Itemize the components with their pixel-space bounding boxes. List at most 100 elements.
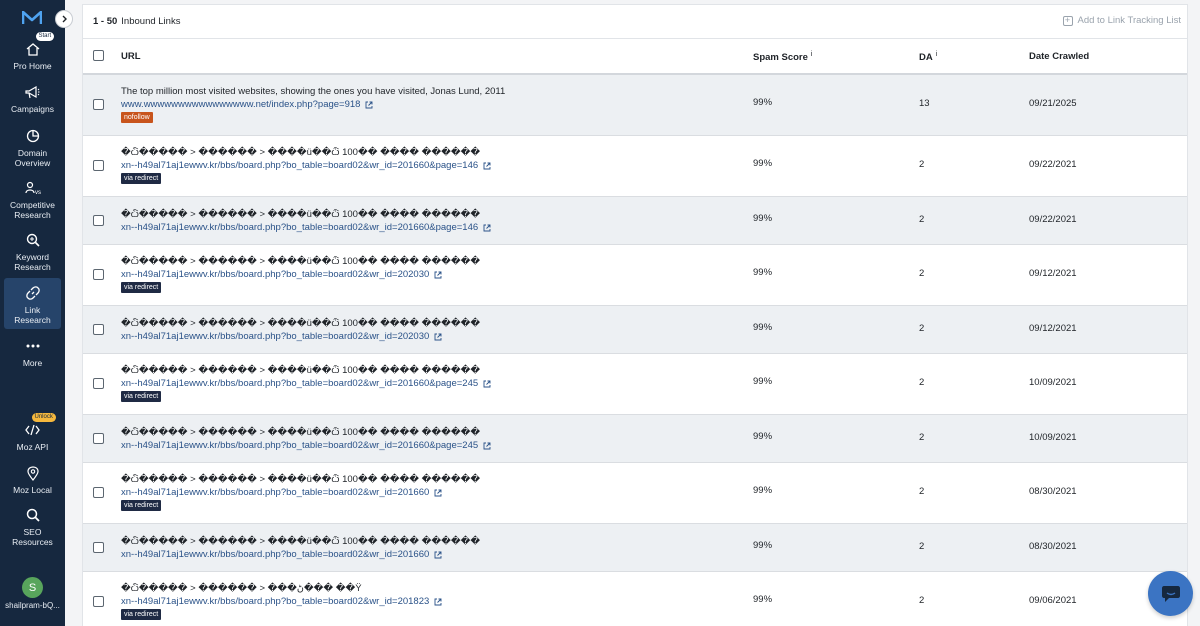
row-checkbox[interactable] <box>93 160 104 171</box>
date-crawled-value: 09/22/2021 <box>1029 214 1077 225</box>
link-type-badge: nofollow <box>121 112 153 123</box>
nav-seo-resources[interactable]: SEO Resources <box>0 506 65 547</box>
nav-link-research[interactable]: Link Research <box>4 278 61 329</box>
date-crawled-value: 09/22/2021 <box>1029 159 1077 170</box>
moz-logo[interactable] <box>22 11 42 25</box>
start-badge: Start <box>35 32 55 41</box>
row-checkbox[interactable] <box>93 487 104 498</box>
col-url[interactable]: URL <box>121 51 141 62</box>
external-link-icon[interactable] <box>434 489 442 497</box>
external-link-icon[interactable] <box>483 380 491 388</box>
search-icon <box>24 506 42 524</box>
url-cell: �ѽ����� > ������ > ����ü��ѽ 100�� ���� �… <box>121 317 480 343</box>
col-date-crawled[interactable]: Date Crawled <box>1029 51 1089 62</box>
row-checkbox[interactable] <box>93 596 104 607</box>
user-name[interactable]: shailpram-bQ... <box>0 601 65 610</box>
source-url-link[interactable]: xn--h49al71aj1ewwv.kr/bbs/board.php?bo_t… <box>121 548 480 561</box>
da-value: 2 <box>919 541 925 552</box>
da-value: 2 <box>919 159 925 170</box>
source-url-link[interactable]: xn--h49al71aj1ewwv.kr/bbs/board.php?bo_t… <box>121 159 491 172</box>
row-checkbox[interactable] <box>93 99 104 110</box>
external-link-icon[interactable] <box>365 101 373 109</box>
nav-keyword-research[interactable]: Keyword Research <box>0 231 65 272</box>
sidebar-collapse-button[interactable] <box>55 10 73 28</box>
add-to-link-tracking-button[interactable]: + Add to Link Tracking List <box>1062 15 1181 26</box>
nav-label-2: Resources <box>12 537 53 547</box>
source-url-text: xn--h49al71aj1ewwv.kr/bbs/board.php?bo_t… <box>121 549 430 560</box>
source-url-link[interactable]: xn--h49al71aj1ewwv.kr/bbs/board.php?bo_t… <box>121 268 480 281</box>
code-icon: Unlock <box>24 413 56 439</box>
competitors-icon: vs <box>24 179 42 197</box>
source-url-link[interactable]: xn--h49al71aj1ewwv.kr/bbs/board.php?bo_t… <box>121 377 491 390</box>
info-icon[interactable]: i <box>811 51 813 58</box>
col-da[interactable]: DA i <box>919 51 937 63</box>
nav-moz-local[interactable]: Moz Local <box>0 464 65 495</box>
source-url-text: xn--h49al71aj1ewwv.kr/bbs/board.php?bo_t… <box>121 160 479 171</box>
table-row: �ѽ����� > ������ > ���ڻ��� ��Ÿ xn--h49al7… <box>83 572 1187 626</box>
source-url-link[interactable]: xn--h49al71aj1ewwv.kr/bbs/board.php?bo_t… <box>121 330 480 343</box>
date-crawled-value: 08/30/2021 <box>1029 541 1077 552</box>
da-value: 2 <box>919 486 925 497</box>
external-link-icon[interactable] <box>483 162 491 170</box>
row-checkbox[interactable] <box>93 541 104 553</box>
row-checkbox[interactable] <box>93 214 104 226</box>
chat-button[interactable] <box>1148 571 1193 616</box>
external-link-icon[interactable] <box>483 224 491 232</box>
external-link-icon[interactable] <box>434 551 442 559</box>
info-icon[interactable]: i <box>936 51 938 58</box>
nav-more[interactable]: More <box>0 337 65 368</box>
url-cell: �ѽ����� > ������ > ����ü��ѽ 100�� ���� �… <box>121 473 480 511</box>
source-url-link[interactable]: xn--h49al71aj1ewwv.kr/bbs/board.php?bo_t… <box>121 486 480 499</box>
url-cell: �ѽ����� > ������ > ����ü��ѽ 100�� ���� �… <box>121 426 491 452</box>
nav-label: Pro Home <box>13 61 52 71</box>
source-url-link[interactable]: xn--h49al71aj1ewwv.kr/bbs/board.php?bo_t… <box>121 221 491 234</box>
chevron-right-icon <box>62 15 67 23</box>
external-link-icon[interactable] <box>483 442 491 450</box>
row-checkbox[interactable] <box>93 378 104 389</box>
location-pin-icon <box>24 464 42 482</box>
svg-text:vs: vs <box>35 190 41 195</box>
source-url-text: xn--h49al71aj1ewwv.kr/bbs/board.php?bo_t… <box>121 378 479 389</box>
select-all-checkbox[interactable] <box>93 50 104 61</box>
nav-label-2: Overview <box>14 158 51 168</box>
page-title-text: �ѽ����� > ������ > ����ü��ѽ 100�� ���� �… <box>121 256 481 267</box>
nav-label: Competitive <box>10 200 55 210</box>
nav-label: Campaigns <box>11 104 54 114</box>
page-title-text: �ѽ����� > ������ > ����ü��ѽ 100�� ���� �… <box>121 318 481 329</box>
source-url-link[interactable]: www.wwwwwwwwwwwwwwww.net/index.php?page=… <box>121 98 505 111</box>
row-checkbox[interactable] <box>93 269 104 280</box>
nav-campaigns[interactable]: Campaigns <box>0 83 65 114</box>
external-link-icon[interactable] <box>434 271 442 279</box>
nav-competitive-research[interactable]: vs Competitive Research <box>0 179 65 220</box>
table-row: �ѽ����� > ������ > ����ü��ѽ 100�� ���� �… <box>83 136 1187 197</box>
external-link-icon[interactable] <box>434 598 442 606</box>
row-checkbox[interactable] <box>93 323 104 335</box>
table-row: �ѽ����� > ������ > ����ü��ѽ 100�� ���� �… <box>83 524 1187 572</box>
megaphone-icon <box>24 83 42 101</box>
da-value: 2 <box>919 323 925 334</box>
spam-score-value: 99% <box>753 158 773 169</box>
da-value: 2 <box>919 214 925 225</box>
spam-score-value: 99% <box>753 322 773 333</box>
date-crawled-value: 10/09/2021 <box>1029 432 1077 443</box>
source-url-link[interactable]: xn--h49al71aj1ewwv.kr/bbs/board.php?bo_t… <box>121 595 442 608</box>
external-link-icon[interactable] <box>434 333 442 341</box>
date-crawled-value: 09/21/2025 <box>1029 98 1077 109</box>
nav-moz-api[interactable]: Unlock Moz API <box>0 413 65 452</box>
date-crawled-value: 10/09/2021 <box>1029 377 1077 388</box>
nav-domain-overview[interactable]: Domain Overview <box>0 127 65 168</box>
spam-score-value: 99% <box>753 540 773 551</box>
avatar[interactable]: S <box>22 577 43 598</box>
url-cell: �ѽ����� > ������ > ����ü��ѽ 100�� ���� �… <box>121 535 480 561</box>
da-value: 2 <box>919 377 925 388</box>
nav-label: Domain <box>17 148 48 158</box>
page-title-text: �ѽ����� > ������ > ���ڻ��� ��Ÿ <box>121 583 362 594</box>
source-url-link[interactable]: xn--h49al71aj1ewwv.kr/bbs/board.php?bo_t… <box>121 439 491 452</box>
nav-pro-home[interactable]: Start Pro Home <box>0 32 65 71</box>
col-spam-score[interactable]: Spam Score i <box>753 51 812 63</box>
nav-label-2: Research <box>14 315 51 325</box>
spam-score-value: 99% <box>753 594 773 605</box>
row-checkbox[interactable] <box>93 432 104 444</box>
date-crawled-value: 09/06/2021 <box>1029 595 1077 606</box>
url-cell: �ѽ����� > ������ > ���ڻ��� ��Ÿ xn--h49al7… <box>121 582 442 620</box>
